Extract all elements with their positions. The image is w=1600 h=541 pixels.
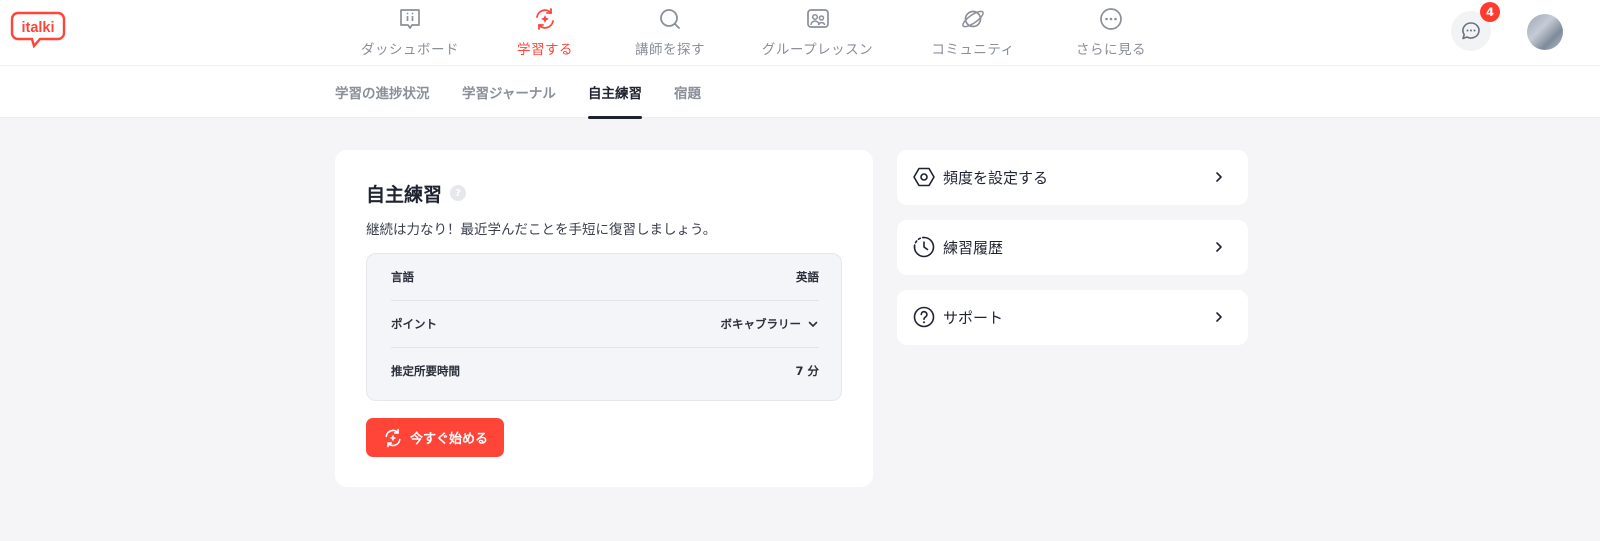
search-icon	[660, 9, 680, 29]
support-card[interactable]: サポート	[897, 290, 1248, 345]
focus-select[interactable]: ボキャブラリー	[721, 316, 820, 332]
row-value: 7 分	[795, 364, 819, 378]
start-now-button[interactable]: 今すぐ始める	[366, 418, 504, 457]
dashboard-icon	[400, 9, 420, 29]
help-circle-icon	[913, 306, 935, 328]
side-label: 頻度を設定する	[943, 169, 1049, 187]
tab-progress[interactable]: 学習の進捗状況	[335, 66, 430, 118]
side-label: 練習履歴	[943, 239, 1004, 257]
nav-label: 講師を探す	[635, 42, 705, 58]
learn-icon	[536, 8, 554, 30]
tab-journal[interactable]: 学習ジャーナル	[462, 66, 556, 118]
start-button-label: 今すぐ始める	[409, 432, 488, 447]
history-clock-icon	[913, 236, 935, 258]
chevron-right-icon	[1216, 312, 1222, 322]
chevron-right-icon	[1216, 242, 1222, 252]
more-icon	[1100, 8, 1122, 30]
nav-more[interactable]: さらに見る	[1068, 4, 1154, 62]
hexagon-settings-icon	[913, 167, 935, 187]
row-label: 推定所要時間	[391, 364, 460, 378]
logo-text: italki	[21, 20, 54, 36]
nav-dashboard[interactable]: ダッシュボード	[360, 4, 460, 62]
practice-settings-box: 言語 英語 ポイント ボキャブラリー 推定所要時間 7 分	[366, 253, 842, 401]
row-value: 英語	[796, 270, 819, 284]
set-frequency-card[interactable]: 頻度を設定する	[897, 150, 1248, 205]
practice-history-card[interactable]: 練習履歴	[897, 220, 1248, 275]
side-label: サポート	[943, 309, 1004, 327]
select-value: ボキャブラリー	[720, 317, 802, 331]
card-description: 継続は力なり！最近学んだことを手短に復習しましょう。	[366, 222, 717, 238]
nav-community[interactable]: コミュニティ	[925, 4, 1021, 62]
italki-logo[interactable]: italki	[10, 10, 66, 49]
focus-row: ポイント ボキャブラリー	[391, 301, 819, 347]
card-title: 自主練習	[366, 184, 443, 206]
nav-group-lessons[interactable]: グループレッスン	[755, 4, 880, 62]
message-count-badge: 4	[1480, 2, 1500, 22]
row-label: 言語	[391, 270, 414, 284]
help-icon[interactable]: ?	[450, 185, 466, 201]
nav-label: 学習する	[517, 42, 573, 58]
nav-learn[interactable]: 学習する	[505, 4, 585, 62]
language-row: 言語 英語	[391, 254, 819, 300]
chevron-down-icon	[808, 321, 818, 327]
duration-row: 推定所要時間 7 分	[391, 348, 819, 394]
tab-self-practice[interactable]: 自主練習	[588, 66, 642, 119]
nav-label: コミュニティ	[931, 42, 1015, 58]
top-header: italki ダッシュボード 学習する 講師を探す グループレッスン コミュニテ…	[0, 0, 1600, 66]
nav-label: ダッシュボード	[361, 42, 459, 58]
group-lesson-icon	[806, 9, 829, 28]
community-icon	[962, 10, 984, 28]
chat-bubble-icon	[1462, 22, 1480, 40]
sub-navigation: 学習の進捗状況 学習ジャーナル 自主練習 宿題	[0, 66, 1600, 119]
nav-label: グループレッスン	[761, 42, 874, 58]
nav-label: さらに見る	[1076, 42, 1146, 58]
self-practice-card: 自主練習 ? 継続は力なり！最近学んだことを手短に復習しましょう。 言語 英語 …	[335, 150, 873, 487]
nav-find-teacher[interactable]: 講師を探す	[620, 4, 720, 62]
user-avatar[interactable]	[1527, 14, 1563, 50]
tab-homework[interactable]: 宿題	[674, 66, 701, 118]
row-label: ポイント	[391, 317, 437, 331]
chevron-right-icon	[1216, 172, 1222, 182]
refresh-sparkle-icon	[385, 428, 401, 447]
